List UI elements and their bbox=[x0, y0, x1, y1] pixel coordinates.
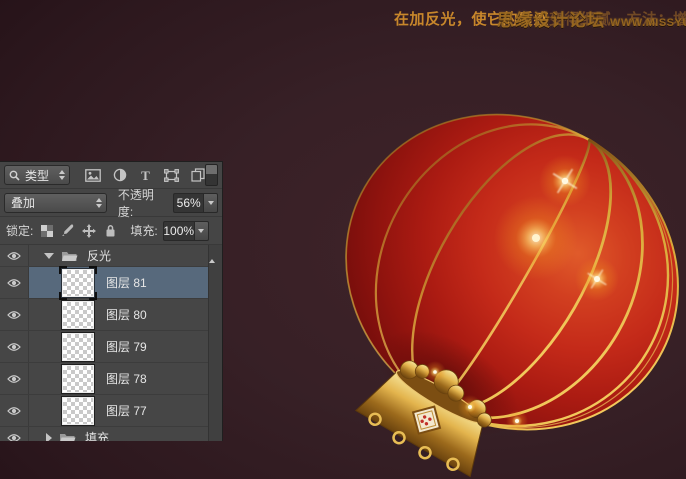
pixel-layers-icon[interactable] bbox=[85, 168, 101, 182]
smart-object-icon[interactable] bbox=[191, 168, 205, 182]
layer-thumbnail[interactable] bbox=[61, 395, 95, 426]
layer-thumbnail[interactable] bbox=[61, 331, 95, 362]
layer-name: 图层 81 bbox=[106, 276, 147, 290]
layer-row-body[interactable]: 图层 77 bbox=[29, 395, 222, 426]
visibility-toggle[interactable] bbox=[0, 267, 29, 298]
eye-icon bbox=[7, 374, 21, 383]
visibility-toggle[interactable] bbox=[0, 299, 29, 330]
site-watermark: 思缘设计论坛 WWW.MISSYUAN.COM bbox=[497, 6, 686, 31]
eye-icon bbox=[7, 278, 21, 287]
layer-list: 反光 图层 81 图层 80 图层 79 图层 78 图层 77 填充 bbox=[0, 245, 222, 441]
visibility-toggle[interactable] bbox=[0, 331, 29, 362]
opacity-dropdown-button[interactable] bbox=[203, 192, 219, 213]
filter-kind-buttons: T bbox=[85, 168, 205, 182]
layer-row[interactable]: 图层 81 bbox=[0, 265, 222, 300]
filter-type-dropdown[interactable]: 类型 bbox=[4, 165, 70, 185]
watermark-forum-name: 思缘设计论坛 bbox=[497, 11, 605, 30]
eye-icon bbox=[7, 251, 21, 260]
blend-mode-dropdown[interactable]: 叠加 bbox=[4, 192, 107, 213]
group-name: 反光 bbox=[87, 249, 112, 263]
svg-text:T: T bbox=[141, 169, 150, 182]
eye-icon bbox=[7, 342, 21, 351]
blend-mode-value: 叠加 bbox=[11, 196, 36, 210]
lock-label: 锁定: bbox=[6, 224, 34, 238]
folder-icon bbox=[62, 251, 78, 261]
eye-icon bbox=[7, 433, 21, 441]
group-row-body[interactable]: 填充 bbox=[29, 427, 222, 441]
layer-row[interactable]: 图层 79 bbox=[0, 331, 222, 363]
eye-icon bbox=[7, 406, 21, 415]
group-row-body[interactable]: 反光 bbox=[29, 245, 222, 266]
layers-filter-bar: 类型 T bbox=[0, 162, 222, 189]
layer-group-row-partial[interactable]: 填充 bbox=[0, 427, 222, 441]
layer-name: 图层 77 bbox=[106, 404, 147, 418]
fill-value-field[interactable]: 100% bbox=[162, 220, 194, 241]
layer-row[interactable]: 图层 77 bbox=[0, 395, 222, 427]
fill-dropdown-button[interactable] bbox=[193, 220, 209, 241]
visibility-toggle[interactable] bbox=[0, 395, 29, 426]
lock-buttons bbox=[41, 223, 117, 238]
visibility-toggle[interactable] bbox=[0, 245, 29, 266]
filter-toggle-switch[interactable] bbox=[205, 164, 218, 186]
collar-medallion bbox=[411, 405, 442, 435]
expander-icon[interactable] bbox=[44, 252, 54, 259]
filter-type-label: 类型 bbox=[25, 168, 50, 183]
shape-layers-icon[interactable] bbox=[164, 168, 179, 182]
lock-all-icon[interactable] bbox=[104, 224, 117, 237]
layer-name: 图层 78 bbox=[106, 372, 147, 386]
type-layers-icon[interactable]: T bbox=[139, 169, 152, 182]
folder-icon bbox=[60, 433, 76, 441]
layer-row-body[interactable]: 图层 79 bbox=[29, 331, 222, 362]
watermark-url: WWW.MISSYUAN.COM bbox=[610, 17, 686, 29]
layer-group-row[interactable]: 反光 bbox=[0, 245, 222, 267]
layer-thumbnail[interactable] bbox=[61, 299, 95, 330]
layer-name: 图层 79 bbox=[106, 340, 147, 354]
lock-fill-row: 锁定: 填充: 100% bbox=[0, 217, 222, 245]
search-icon bbox=[9, 170, 20, 181]
filter-type-stepper-icon bbox=[55, 170, 65, 180]
layer-name: 图层 80 bbox=[106, 308, 147, 322]
layer-thumbnail[interactable] bbox=[59, 265, 97, 300]
visibility-toggle[interactable] bbox=[0, 427, 29, 441]
eye-icon bbox=[7, 310, 21, 319]
scroll-up-icon[interactable] bbox=[209, 245, 215, 263]
lock-paint-icon[interactable] bbox=[61, 224, 74, 237]
blend-opacity-row: 叠加 不透明度: 56% bbox=[0, 187, 222, 219]
layers-panel: 类型 T 叠加 不透明度: 56% 锁定: 填充: 100% 反光 图层 81 … bbox=[0, 161, 223, 441]
photoshop-workspace: 在加反光，使它的质感变得细腻，方法：增加效果 思缘设计论坛 WWW.MISSYU… bbox=[0, 0, 686, 479]
layer-row[interactable]: 图层 80 bbox=[0, 299, 222, 331]
lock-move-icon[interactable] bbox=[82, 223, 97, 238]
blend-mode-stepper-icon bbox=[92, 197, 102, 208]
expander-icon[interactable] bbox=[46, 432, 52, 441]
layer-row-body[interactable]: 图层 80 bbox=[29, 299, 222, 330]
lock-transparency-icon[interactable] bbox=[41, 224, 54, 237]
fill-label: 填充: bbox=[130, 224, 158, 238]
layer-thumbnail[interactable] bbox=[61, 363, 95, 394]
layer-row[interactable]: 图层 78 bbox=[0, 363, 222, 395]
adjustment-layers-icon[interactable] bbox=[113, 168, 127, 182]
layer-list-scrollbar[interactable] bbox=[208, 245, 222, 441]
opacity-value-field[interactable]: 56% bbox=[173, 192, 204, 213]
opacity-label: 不透明度: bbox=[117, 187, 154, 219]
layer-row-body[interactable]: 图层 78 bbox=[29, 363, 222, 394]
layer-row-body[interactable]: 图层 81 bbox=[29, 265, 222, 300]
visibility-toggle[interactable] bbox=[0, 363, 29, 394]
group-name: 填充 bbox=[85, 431, 110, 441]
